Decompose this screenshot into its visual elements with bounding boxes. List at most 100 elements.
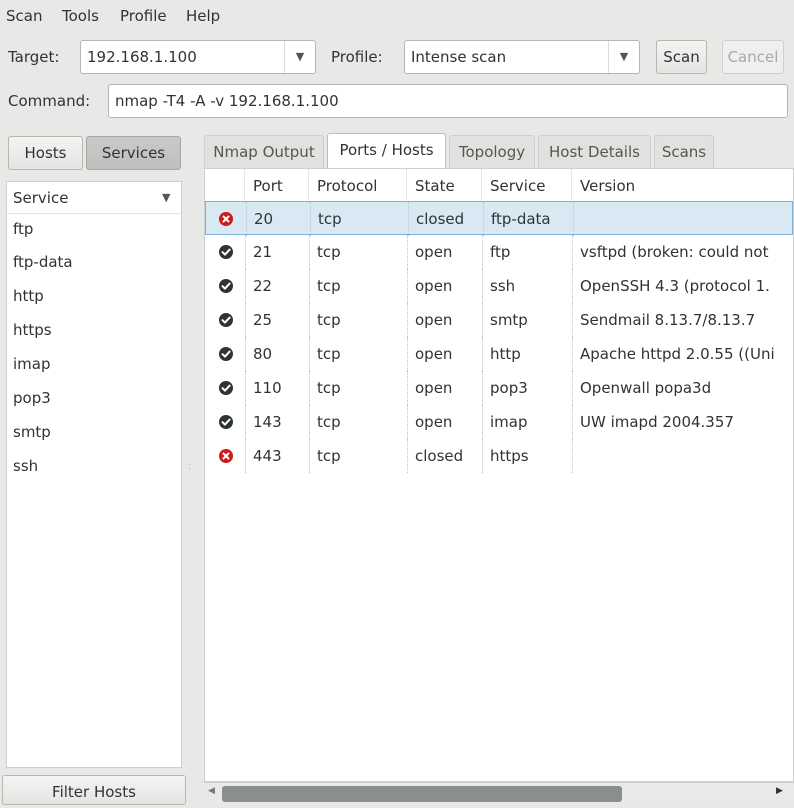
- version-cell: [573, 202, 793, 236]
- port-cell: 25: [253, 311, 273, 329]
- service-cell: ftp: [490, 243, 511, 261]
- table-row[interactable]: 143 tcp open imap UW imapd 2004.357: [205, 405, 793, 439]
- ports-table: Port Protocol State Service Version 20 tc…: [204, 168, 794, 782]
- status-column-header[interactable]: [205, 169, 245, 203]
- protocol-cell: tcp: [317, 277, 341, 295]
- list-item[interactable]: http: [13, 280, 44, 313]
- scan-button[interactable]: Scan: [656, 40, 707, 74]
- protocol-cell: tcp: [317, 243, 341, 261]
- horizontal-scrollbar-thumb[interactable]: [222, 786, 622, 802]
- scroll-right-icon[interactable]: ▶: [776, 786, 783, 796]
- check-icon: [219, 279, 233, 293]
- service-cell: smtp: [490, 311, 528, 329]
- state-cell: open: [415, 413, 453, 431]
- profile-label: Profile:: [331, 48, 383, 66]
- state-cell: open: [415, 277, 453, 295]
- service-cell: pop3: [490, 379, 528, 397]
- hosts-toggle-button[interactable]: Hosts: [8, 136, 83, 170]
- protocol-cell: tcp: [317, 345, 341, 363]
- protocol-cell: tcp: [317, 379, 341, 397]
- pane-splitter-handle[interactable]: · ·: [188, 461, 192, 475]
- menu-profile[interactable]: Profile: [120, 4, 167, 28]
- command-label: Command:: [8, 92, 91, 110]
- chevron-down-icon[interactable]: ▼: [609, 41, 639, 73]
- tab-host-details[interactable]: Host Details: [538, 135, 651, 168]
- list-item[interactable]: pop3: [13, 382, 51, 415]
- protocol-column-header[interactable]: Protocol: [309, 169, 407, 203]
- error-x-icon: [219, 212, 233, 226]
- protocol-cell: tcp: [317, 413, 341, 431]
- service-cell: ftp-data: [491, 210, 551, 228]
- table-row[interactable]: 110 tcp open pop3 Openwall popa3d: [205, 371, 793, 405]
- service-column-header[interactable]: Service: [482, 169, 572, 203]
- profile-value[interactable]: Intense scan: [411, 41, 506, 73]
- protocol-cell: tcp: [317, 447, 341, 465]
- list-item[interactable]: imap: [13, 348, 51, 381]
- version-column-header[interactable]: Version: [572, 169, 793, 203]
- check-icon: [219, 245, 233, 259]
- state-column-header[interactable]: State: [407, 169, 482, 203]
- list-item[interactable]: ftp-data: [13, 246, 73, 279]
- service-cell: imap: [490, 413, 528, 431]
- table-row[interactable]: 443 tcp closed https: [205, 439, 793, 473]
- tab-nmap-output[interactable]: Nmap Output: [204, 135, 324, 168]
- service-column-header[interactable]: Service: [13, 182, 68, 214]
- table-row[interactable]: 25 tcp open smtp Sendmail 8.13.7/8.13.7: [205, 303, 793, 337]
- port-cell: 21: [253, 243, 273, 261]
- port-cell: 143: [253, 413, 282, 431]
- target-value[interactable]: 192.168.1.100: [87, 41, 197, 73]
- state-cell: closed: [415, 447, 464, 465]
- tab-ports-hosts[interactable]: Ports / Hosts: [327, 133, 446, 168]
- target-label: Target:: [8, 48, 60, 66]
- protocol-cell: tcp: [317, 311, 341, 329]
- port-cell: 110: [253, 379, 282, 397]
- port-column-header[interactable]: Port: [245, 169, 309, 203]
- check-icon: [219, 313, 233, 327]
- state-cell: closed: [416, 210, 465, 228]
- version-cell: UW imapd 2004.357: [580, 413, 734, 431]
- scroll-left-icon[interactable]: ◀: [208, 786, 215, 796]
- port-cell: 443: [253, 447, 282, 465]
- tab-scans[interactable]: Scans: [654, 135, 714, 168]
- chevron-down-icon[interactable]: ▼: [285, 41, 315, 73]
- state-cell: open: [415, 311, 453, 329]
- check-icon: [219, 415, 233, 429]
- filter-hosts-button[interactable]: Filter Hosts: [2, 775, 186, 805]
- list-item[interactable]: ftp: [13, 213, 33, 246]
- table-row[interactable]: 22 tcp open ssh OpenSSH 4.3 (protocol 1.: [205, 269, 793, 303]
- service-list-header[interactable]: Service ▼: [7, 182, 181, 214]
- version-cell: Openwall popa3d: [580, 379, 712, 397]
- port-cell: 80: [253, 345, 273, 363]
- version-cell: Apache httpd 2.0.55 ((Uni: [580, 345, 775, 363]
- menu-scan[interactable]: Scan: [6, 4, 42, 28]
- service-list: Service ▼ ftp ftp-data http https imap p…: [6, 181, 182, 768]
- service-cell: https: [490, 447, 529, 465]
- state-cell: open: [415, 243, 453, 261]
- service-cell: http: [490, 345, 521, 363]
- menu-tools[interactable]: Tools: [62, 4, 99, 28]
- cancel-button[interactable]: Cancel: [722, 40, 784, 74]
- check-icon: [219, 381, 233, 395]
- state-cell: open: [415, 379, 453, 397]
- menubar: Scan Tools Profile Help: [0, 0, 794, 32]
- table-row[interactable]: 80 tcp open http Apache httpd 2.0.55 ((Uni: [205, 337, 793, 371]
- command-input[interactable]: nmap -T4 -A -v 192.168.1.100: [108, 84, 788, 118]
- service-cell: ssh: [490, 277, 516, 295]
- port-cell: 20: [254, 210, 274, 228]
- profile-combo[interactable]: Intense scan ▼: [404, 40, 640, 74]
- version-cell: OpenSSH 4.3 (protocol 1.: [580, 277, 770, 295]
- sort-down-icon[interactable]: ▼: [162, 182, 170, 214]
- port-cell: 22: [253, 277, 273, 295]
- list-item[interactable]: ssh: [13, 450, 38, 483]
- list-item[interactable]: smtp: [13, 416, 51, 449]
- protocol-cell: tcp: [318, 210, 342, 228]
- menu-help[interactable]: Help: [186, 4, 220, 28]
- services-toggle-button[interactable]: Services: [86, 136, 181, 170]
- version-cell: Sendmail 8.13.7/8.13.7: [580, 311, 756, 329]
- tab-topology[interactable]: Topology: [449, 135, 535, 168]
- list-item[interactable]: https: [13, 314, 52, 347]
- table-row[interactable]: 20 tcp closed ftp-data: [205, 201, 793, 236]
- table-row[interactable]: 21 tcp open ftp vsftpd (broken: could not: [205, 235, 793, 269]
- target-combo[interactable]: 192.168.1.100 ▼: [80, 40, 316, 74]
- command-value[interactable]: nmap -T4 -A -v 192.168.1.100: [115, 85, 339, 117]
